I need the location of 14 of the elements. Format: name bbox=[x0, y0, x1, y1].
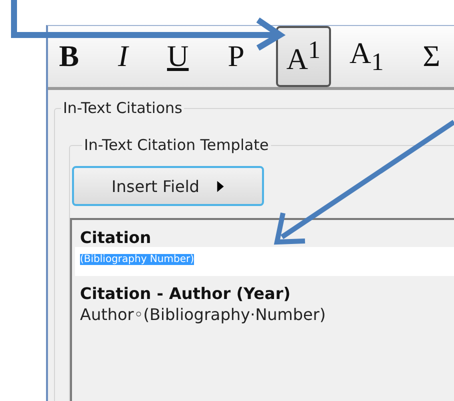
group-title: In-Text Citation Template bbox=[82, 136, 271, 154]
format-button[interactable]: B bbox=[52, 36, 86, 76]
format-button[interactable]: P bbox=[220, 36, 252, 76]
entry-title: Citation - Author (Year) bbox=[79, 283, 292, 303]
template-text[interactable]: Author◦(Bibliography·Number) bbox=[80, 305, 326, 324]
caret-icon bbox=[217, 180, 224, 192]
format-button[interactable]: A$^{1}$ bbox=[276, 26, 331, 87]
format-button[interactable]: Σ bbox=[416, 36, 448, 76]
format-button[interactable]: I bbox=[111, 36, 136, 76]
template-editor[interactable]: Citation (Bibliography Number) Citation - Author (Year) Author◦(Bibliography·Number) bbox=[70, 218, 454, 401]
format-button[interactable]: A$_{1}$ bbox=[342, 34, 391, 80]
entry-title: Citation bbox=[79, 227, 152, 247]
insert-field-button[interactable]: Insert Field bbox=[72, 166, 264, 206]
format-button[interactable]: U bbox=[160, 36, 196, 76]
